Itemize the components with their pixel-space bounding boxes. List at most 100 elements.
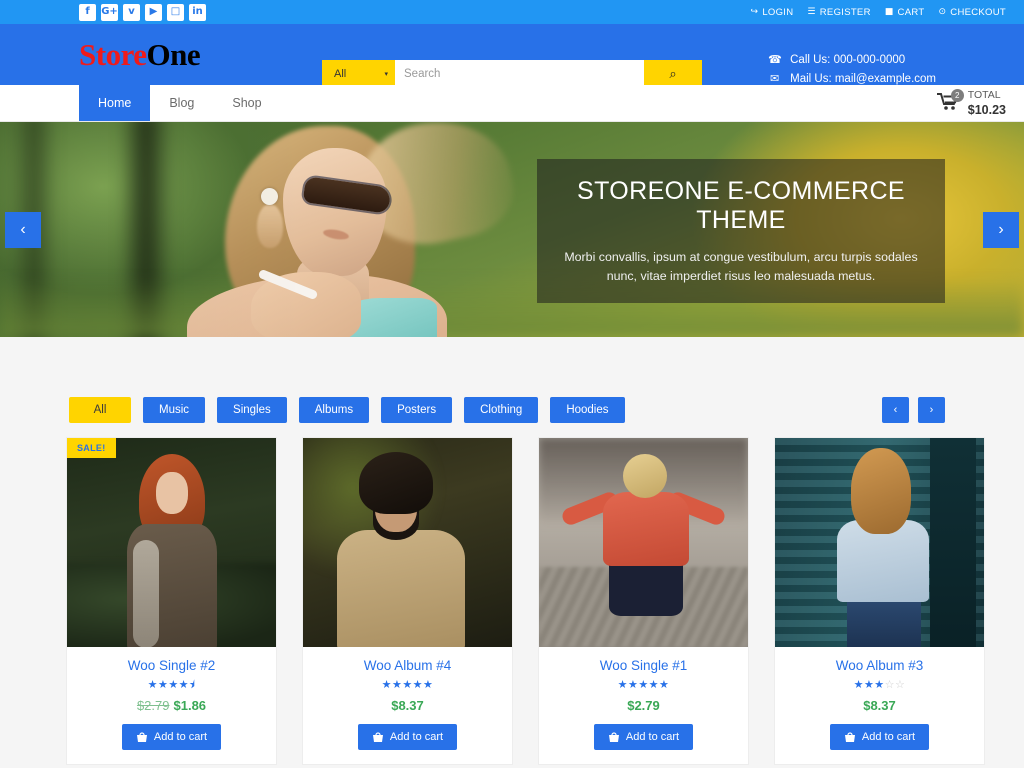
- chevron-down-icon: ▾: [384, 70, 388, 78]
- product-image[interactable]: [775, 438, 984, 647]
- filter-albums[interactable]: Albums: [298, 397, 370, 423]
- social-links: f G+ ᴠ ▶ □ in: [79, 3, 206, 21]
- basket-icon: [136, 731, 147, 742]
- linkedin-icon[interactable]: in: [189, 3, 206, 21]
- cart-total-label: TOTAL: [967, 88, 1001, 101]
- product-info: Woo Single #2 ★★★★⯨ $2.79 $1.86 Add to ca…: [67, 647, 276, 764]
- mail-row: ✉ Mail Us: mail@example.com: [768, 72, 936, 86]
- site-logo[interactable]: StoreOne: [79, 37, 201, 72]
- search-category-value: All: [334, 67, 347, 80]
- facebook-icon[interactable]: f: [79, 3, 96, 21]
- hero-title: STOREONE E-COMMERCE THEME: [577, 176, 905, 234]
- product-title[interactable]: Woo Album #3: [783, 658, 976, 673]
- top-bar: f G+ ᴠ ▶ □ in ↪ LOGIN ☰ REGISTER ■ CART …: [0, 0, 1024, 24]
- google-plus-icon[interactable]: G+: [101, 3, 118, 21]
- instagram-icon[interactable]: □: [167, 3, 184, 21]
- category-filters: All Music Singles Albums Posters Clothin…: [69, 397, 625, 423]
- logo-text-primary: Store: [79, 37, 147, 72]
- product-title[interactable]: Woo Album #4: [311, 658, 504, 673]
- add-to-cart-label: Add to cart: [389, 731, 444, 743]
- product-current-price: $8.37: [863, 698, 896, 713]
- register-link[interactable]: ☰ REGISTER: [807, 7, 870, 18]
- rating-stars: ★★★★★: [617, 679, 670, 691]
- login-label: LOGIN: [762, 6, 794, 18]
- cart-text: TOTAL $10.23: [968, 88, 1006, 119]
- product-info: Woo Album #3 ★★★☆☆ $8.37 Add to cart: [775, 647, 984, 764]
- hero-caption: STOREONE E-COMMERCE THEME Morbi convalli…: [537, 159, 945, 303]
- rating-stars: ★★★☆☆: [853, 679, 906, 691]
- add-to-cart-label: Add to cart: [153, 731, 208, 743]
- contact-info: ☎ Call Us: 000-000-0000 ✉ Mail Us: mail@…: [768, 53, 936, 86]
- youtube-icon[interactable]: ▶: [145, 3, 162, 21]
- hero-prev-button[interactable]: ‹: [5, 211, 41, 248]
- main-navigation: Home Blog Shop 2 TOTAL $10.23: [0, 85, 1024, 122]
- product-image[interactable]: [303, 438, 512, 647]
- rating-stars: ★★★★⯨: [147, 679, 196, 691]
- filter-hoodies[interactable]: Hoodies: [550, 397, 625, 423]
- rating-stars: ★★★★★: [381, 679, 434, 691]
- product-title[interactable]: Woo Single #1: [547, 658, 740, 673]
- nav-item-home[interactable]: Home: [79, 85, 151, 121]
- shopping-cart-icon: 2: [935, 89, 964, 114]
- basket-icon: [608, 731, 619, 742]
- twitter-icon[interactable]: ᴠ: [123, 3, 140, 21]
- product-price: $2.79: [547, 698, 740, 713]
- product-info: Woo Single #1 ★★★★★ $2.79 Add to cart: [539, 647, 748, 764]
- search-input[interactable]: [395, 60, 644, 87]
- add-to-cart-button[interactable]: Add to cart: [357, 724, 458, 750]
- hero-next-button[interactable]: ›: [983, 211, 1019, 248]
- sale-badge: SALE!: [67, 438, 116, 458]
- product-image[interactable]: [539, 438, 748, 647]
- filter-singles[interactable]: Singles: [217, 397, 287, 423]
- phone-icon: ☎: [768, 54, 782, 66]
- login-link[interactable]: ↪ LOGIN: [750, 7, 793, 18]
- search-button[interactable]: ⌕: [644, 60, 702, 87]
- filter-posters[interactable]: Posters: [381, 397, 453, 423]
- product-current-price: $2.79: [627, 698, 660, 713]
- search-category-select[interactable]: All ▾: [322, 60, 395, 87]
- product-card[interactable]: Woo Single #1 ★★★★★ $2.79 Add to cart: [538, 437, 749, 765]
- cart-summary[interactable]: 2 TOTAL $10.23: [935, 85, 1006, 122]
- cart-link[interactable]: ■ CART: [885, 7, 925, 18]
- checkout-label: CHECKOUT: [950, 6, 1006, 18]
- add-to-cart-button[interactable]: Add to cart: [829, 724, 930, 750]
- products-next-button[interactable]: ›: [918, 397, 945, 423]
- products-carousel-nav: ‹ ›: [882, 397, 945, 423]
- mail-icon: ✉: [770, 73, 780, 85]
- checkout-icon: ⊙: [938, 7, 947, 17]
- search-icon: ⌕: [669, 65, 677, 81]
- nav-items: Home Blog Shop: [79, 85, 281, 121]
- add-to-cart-button[interactable]: Add to cart: [593, 724, 694, 750]
- cart-icon: ■: [884, 7, 894, 17]
- login-icon: ↪: [750, 7, 759, 17]
- filter-clothing[interactable]: Clothing: [464, 397, 539, 423]
- product-title[interactable]: Woo Single #2: [75, 658, 268, 673]
- products-section: All Music Singles Albums Posters Clothin…: [0, 337, 1024, 768]
- nav-item-blog[interactable]: Blog: [150, 85, 213, 121]
- basket-icon: [844, 731, 855, 742]
- phone-text: Call Us: 000-000-0000: [790, 53, 906, 66]
- product-price: $8.37: [311, 698, 504, 713]
- basket-icon: [372, 731, 383, 742]
- filter-music[interactable]: Music: [143, 397, 206, 423]
- filter-all[interactable]: All: [69, 397, 131, 423]
- site-header: StoreOne All ▾ ⌕ ☎ Call Us: 000-000-0000…: [0, 24, 1024, 87]
- product-card[interactable]: Woo Album #4 ★★★★★ $8.37 Add to cart: [302, 437, 513, 765]
- top-account-links: ↪ LOGIN ☰ REGISTER ■ CART ⊙ CHECKOUT: [750, 0, 1006, 24]
- product-price: $2.79 $1.86: [75, 698, 268, 713]
- hero-slider: STOREONE E-COMMERCE THEME Morbi convalli…: [0, 122, 1024, 337]
- phone-row: ☎ Call Us: 000-000-0000: [768, 53, 936, 67]
- product-card[interactable]: SALE! Woo Single #2 ★★★★⯨ $2.79 $1.86 Ad…: [66, 437, 277, 765]
- add-to-cart-button[interactable]: Add to cart: [121, 724, 222, 750]
- hero-subtitle: Morbi convallis, ipsum at congue vestibu…: [564, 249, 918, 283]
- nav-item-shop[interactable]: Shop: [213, 85, 280, 121]
- register-label: REGISTER: [819, 6, 871, 18]
- products-prev-button[interactable]: ‹: [882, 397, 909, 423]
- product-image[interactable]: SALE!: [67, 438, 276, 647]
- checkout-link[interactable]: ⊙ CHECKOUT: [938, 7, 1006, 18]
- logo-text-secondary: One: [146, 37, 201, 72]
- product-card[interactable]: Woo Album #3 ★★★☆☆ $8.37 Add to cart: [774, 437, 985, 765]
- product-price: $8.37: [783, 698, 976, 713]
- product-grid: SALE! Woo Single #2 ★★★★⯨ $2.79 $1.86 Ad…: [66, 437, 985, 765]
- product-info: Woo Album #4 ★★★★★ $8.37 Add to cart: [303, 647, 512, 764]
